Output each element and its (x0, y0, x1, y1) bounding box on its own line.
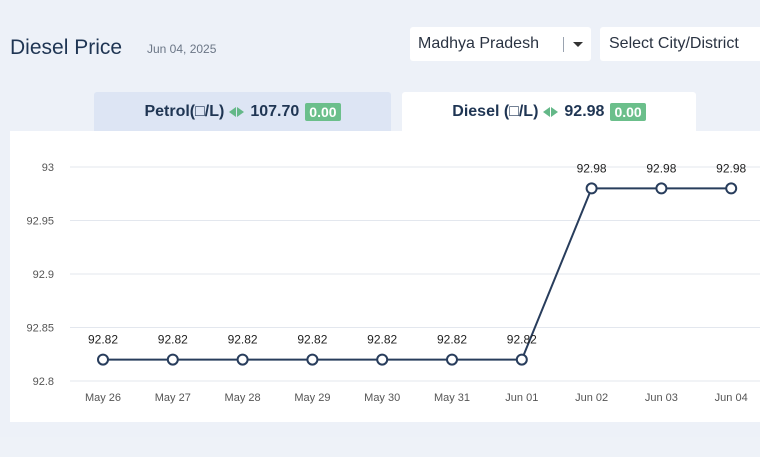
data-label: 92.82 (437, 333, 467, 347)
x-tick-label: Jun 01 (505, 392, 538, 404)
tab-label: Petrol(□/L) (144, 102, 225, 120)
price-line-chart: 92.8 92.85 92.9 92.95 93 May 26 May 27 May 28 Ma… (26, 161, 760, 404)
data-label: 92.82 (507, 333, 537, 347)
x-tick-label: May 28 (225, 392, 261, 404)
data-point[interactable] (166, 353, 179, 366)
chevron-down-icon[interactable] (573, 42, 583, 47)
y-tick-label: 93 (42, 162, 54, 174)
x-tick-label: May 27 (155, 392, 191, 404)
x-tick-label: Jun 02 (575, 392, 608, 404)
state-select-value: Madhya Pradesh (418, 35, 539, 52)
tab-petrol[interactable]: Petrol(□/L) 107.70 0.00 (94, 92, 391, 131)
data-point[interactable] (306, 353, 319, 366)
price-change-badge: 0.00 (610, 102, 646, 121)
data-point[interactable] (376, 353, 389, 366)
page-title: Diesel Price (10, 36, 123, 59)
data-label: 92.82 (228, 333, 258, 347)
price-panel: Diesel Price Jun 04, 2025 Madhya Pradesh… (0, 0, 760, 437)
y-tick-label: 92.8 (33, 376, 54, 388)
city-select[interactable]: Select City/District (600, 27, 760, 61)
y-tick-label: 92.85 (26, 323, 54, 335)
data-label: 92.82 (158, 333, 188, 347)
select-separator (563, 37, 564, 52)
x-tick-label: May 26 (85, 392, 121, 404)
city-select-placeholder: Select City/District (609, 35, 739, 52)
y-tick-label: 92.95 (26, 216, 54, 228)
x-tick-label: May 31 (434, 392, 470, 404)
x-tick-label: May 30 (364, 392, 400, 404)
data-label: 92.98 (577, 161, 607, 175)
x-tick-label: May 29 (294, 392, 330, 404)
data-point[interactable] (446, 353, 458, 366)
y-tick-label: 92.9 (33, 269, 54, 281)
price-arrows-icon (543, 106, 559, 117)
chart-card: 92.8 92.85 92.9 92.95 93 May 26 May 27 May 28 Ma… (10, 131, 760, 422)
data-point[interactable] (655, 182, 668, 195)
state-select[interactable]: Madhya Pradesh (410, 27, 591, 61)
x-tick-label: Jun 03 (645, 392, 678, 404)
data-label: 92.82 (367, 333, 397, 347)
data-label: 92.82 (297, 333, 327, 347)
page-date: Jun 04, 2025 (147, 42, 217, 56)
data-point[interactable] (515, 353, 528, 366)
data-label: 92.98 (646, 161, 676, 175)
data-label: 92.98 (716, 161, 746, 175)
data-point[interactable] (725, 182, 738, 195)
tab-diesel[interactable]: Diesel (□/L) 92.98 0.00 (402, 92, 696, 131)
tab-label: Diesel (□/L) (452, 102, 539, 120)
tab-price: 92.98 (564, 102, 605, 120)
data-point[interactable] (97, 353, 109, 366)
x-tick-label: Jun 04 (715, 392, 748, 404)
price-change-badge: 0.00 (305, 102, 341, 121)
price-arrows-icon (229, 106, 245, 117)
data-point[interactable] (236, 353, 249, 366)
tab-price: 107.70 (250, 102, 300, 120)
data-point[interactable] (585, 182, 598, 195)
data-label: 92.82 (88, 333, 118, 347)
